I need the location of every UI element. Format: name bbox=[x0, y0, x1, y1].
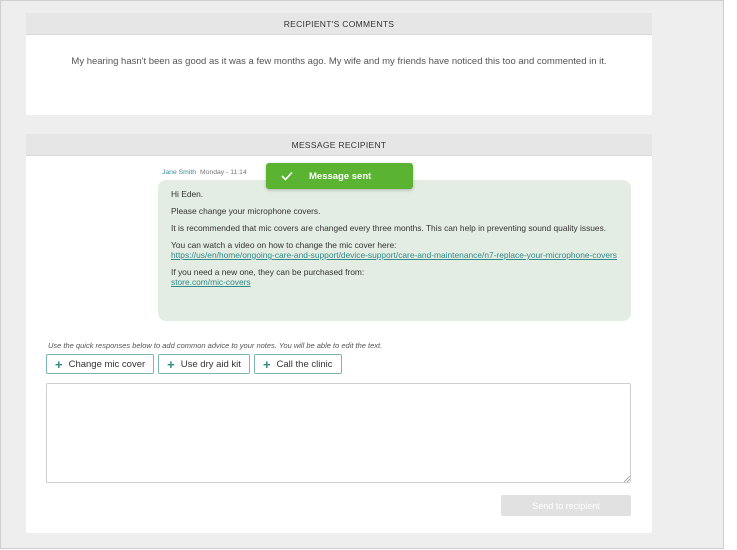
check-icon bbox=[281, 169, 295, 183]
send-to-recipient-button[interactable]: Send to recipient bbox=[501, 495, 631, 516]
toast-label: Message sent bbox=[309, 170, 372, 182]
recipient-comments-header: RECIPIENT'S COMMENTS bbox=[26, 13, 652, 35]
store-link[interactable]: store.com/mic-covers bbox=[171, 277, 251, 287]
message-line: Please change your microphone covers. bbox=[171, 206, 321, 216]
call-the-clinic-button[interactable]: + Call the clinic bbox=[253, 354, 342, 374]
app-frame: RECIPIENT'S COMMENTS My hearing hasn't b… bbox=[0, 0, 724, 549]
recipient-comment-text: My hearing hasn't been as good as it was… bbox=[71, 56, 607, 67]
change-mic-cover-button[interactable]: + Change mic cover bbox=[46, 354, 155, 374]
message-time: Monday - 11:14 bbox=[200, 169, 247, 176]
message-recipient-panel: MESSAGE RECIPIENT Jane Smith Monday - 11:… bbox=[26, 134, 652, 533]
plus-icon: + bbox=[55, 356, 63, 372]
resize-grip-icon[interactable] bbox=[624, 476, 630, 482]
use-dry-aid-kit-button[interactable]: + Use dry aid kit bbox=[158, 354, 250, 374]
quick-response-hint: Use the quick responses below to add com… bbox=[48, 341, 383, 350]
message-greeting: Hi Eden. bbox=[171, 189, 204, 199]
notes-textarea[interactable] bbox=[46, 383, 631, 483]
plus-icon: + bbox=[262, 356, 271, 372]
quick-responses: + Change mic cover + Use dry aid kit + C… bbox=[46, 354, 342, 374]
recipient-comments-panel: RECIPIENT'S COMMENTS My hearing hasn't b… bbox=[26, 13, 652, 115]
message-line: It is recommended that mic covers are ch… bbox=[171, 223, 607, 233]
message-recipient-header: MESSAGE RECIPIENT bbox=[26, 134, 652, 156]
quick-response-label: Use dry aid kit bbox=[180, 358, 241, 370]
video-link[interactable]: https://us/en/home/ongoing-care-and-supp… bbox=[171, 250, 617, 260]
plus-icon: + bbox=[167, 356, 175, 372]
quick-response-label: Change mic cover bbox=[68, 358, 146, 370]
message-line: You can watch a video on how to change t… bbox=[171, 240, 397, 250]
sender-name: Jane Smith bbox=[162, 169, 197, 176]
message-line: If you need a new one, they can be purch… bbox=[171, 267, 365, 277]
message-sent-toast: Message sent bbox=[266, 163, 413, 189]
sent-message-bubble: Hi Eden. Please change your microphone c… bbox=[158, 180, 631, 321]
message-meta: Jane Smith Monday - 11:14 bbox=[162, 169, 247, 176]
quick-response-label: Call the clinic bbox=[276, 358, 333, 370]
